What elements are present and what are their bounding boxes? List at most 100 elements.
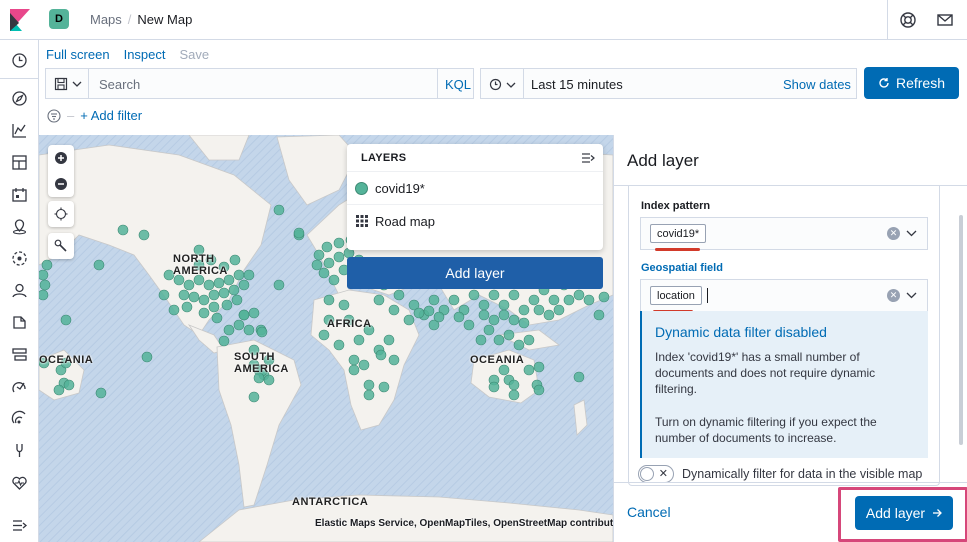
filter-dash: – — [67, 108, 75, 123]
wrench-icon — [54, 239, 67, 252]
dynamic-filter-callout: Dynamic data filter disabled Index 'covi… — [640, 311, 928, 458]
canvas-icon[interactable] — [11, 186, 28, 203]
zoom-control — [48, 145, 74, 197]
clear-icon[interactable]: ✕ — [887, 289, 900, 302]
footer-separator — [614, 482, 967, 483]
clear-icon[interactable]: ✕ — [887, 227, 900, 240]
layer-color-dot — [355, 181, 368, 195]
search-input[interactable]: Search — [88, 68, 438, 99]
breadcrumb-separator: / — [127, 12, 132, 27]
locate-button[interactable] — [48, 201, 74, 227]
flyout-title: Add layer — [627, 151, 699, 170]
header-divider — [887, 0, 888, 40]
index-pattern-label: Index pattern — [641, 200, 711, 212]
mail-icon[interactable] — [936, 11, 954, 29]
show-dates-link[interactable]: Show dates — [783, 77, 851, 92]
layers-title: LAYERS — [361, 152, 407, 164]
inspect-link[interactable]: Inspect — [124, 47, 166, 62]
map-label-antarctica: ANTARCTICA — [292, 496, 369, 508]
collapse-panel-icon[interactable] — [581, 152, 595, 164]
search-placeholder: Search — [99, 77, 141, 92]
index-pattern-underline — [655, 248, 700, 251]
geospatial-field-label: Geospatial field — [641, 262, 723, 274]
cancel-button[interactable]: Cancel — [627, 504, 671, 520]
machine-learning-icon[interactable] — [11, 250, 28, 267]
layer-item-covid19[interactable]: covid19* — [347, 171, 603, 204]
help-icon[interactable] — [899, 11, 917, 29]
add-layer-label: Add layer — [865, 505, 926, 521]
add-layer-button[interactable]: Add layer — [855, 496, 953, 530]
callout-text-2: Turn on dynamic filtering if you expect … — [655, 415, 877, 445]
kibana-logo-icon[interactable] — [10, 9, 30, 31]
map-label-africa: AFRICA — [327, 318, 372, 330]
chevron-down-icon[interactable] — [906, 291, 917, 299]
refresh-icon — [879, 78, 889, 88]
discover-icon[interactable] — [11, 90, 28, 107]
map-label-oceania-left: OCEANIA — [39, 354, 94, 366]
monitoring-icon[interactable] — [11, 474, 28, 491]
geospatial-field-select[interactable]: location ✕ — [640, 279, 928, 313]
logs-icon[interactable] — [11, 314, 28, 331]
dynamic-filter-switch[interactable]: ✕ — [638, 465, 674, 483]
dynamic-filter-toggle-row: ✕ Dynamically filter for data in the vis… — [638, 465, 922, 483]
crosshair-icon — [54, 207, 68, 221]
text-cursor — [707, 288, 708, 303]
flyout-scrollbar[interactable] — [959, 215, 963, 445]
breadcrumb-new-map: New Map — [137, 12, 193, 27]
clock-icon[interactable] — [11, 52, 28, 69]
uptime-icon[interactable] — [11, 410, 28, 427]
filter-icon[interactable] — [47, 108, 61, 123]
breadcrumb: Maps / New Map — [90, 12, 192, 27]
zoom-in-icon[interactable] — [54, 151, 68, 165]
visualize-icon[interactable] — [11, 122, 28, 139]
geospatial-field-pill: location — [650, 286, 702, 305]
chevron-down-icon — [506, 82, 516, 88]
dashboard-icon[interactable] — [11, 154, 28, 171]
map-label-north-america: NORTH AMERICA — [173, 253, 228, 277]
top-header: D Maps / New Map — [0, 0, 967, 40]
save-link[interactable]: Save — [180, 47, 210, 62]
refresh-label: Refresh — [895, 75, 946, 91]
layers-panel: LAYERS covid19* Road map — [347, 144, 603, 250]
kql-button[interactable]: KQL — [437, 68, 474, 99]
close-icon: ✕ — [658, 468, 668, 480]
grid-icon — [356, 215, 368, 227]
arrow-right-icon — [933, 509, 942, 517]
quick-menu-button[interactable] — [480, 68, 524, 99]
chevron-down-icon[interactable] — [906, 229, 917, 237]
calendar-clock-icon — [489, 78, 502, 91]
dynamic-filter-label: Dynamically filter for data in the visib… — [682, 467, 923, 481]
side-navigation — [0, 40, 39, 542]
siem-icon[interactable] — [11, 282, 28, 299]
refresh-button[interactable]: Refresh — [864, 67, 959, 99]
infrastructure-icon[interactable] — [11, 346, 28, 363]
draw-tool-button[interactable] — [48, 233, 74, 259]
zoom-out-icon[interactable] — [54, 177, 68, 191]
index-pattern-pill: covid19* — [650, 224, 707, 243]
add-layer-flyout: Add layer Index pattern covid19* ✕ Geosp… — [613, 135, 967, 542]
map-attribution[interactable]: Elastic Maps Service, OpenMapTiles, Open… — [315, 518, 629, 529]
chevron-down-icon — [72, 81, 82, 87]
layer-name: Road map — [375, 213, 435, 229]
callout-title: Dynamic data filter disabled — [655, 324, 827, 340]
breadcrumb-maps[interactable]: Maps — [90, 12, 122, 27]
full-screen-link[interactable]: Full screen — [46, 47, 110, 62]
add-filter-link[interactable]: + Add filter — [80, 108, 142, 123]
layer-name: covid19* — [375, 180, 425, 196]
collapse-nav-icon[interactable] — [11, 517, 28, 534]
layer-item-road-map[interactable]: Road map — [347, 204, 603, 237]
kql-label: KQL — [445, 77, 472, 92]
index-pattern-select[interactable]: covid19* ✕ — [640, 217, 928, 251]
filter-bar: – + Add filter — [47, 108, 142, 123]
time-picker[interactable]: Last 15 minutes Show dates — [523, 68, 857, 99]
maps-icon[interactable] — [11, 218, 28, 235]
map-label-oceania-right: OCEANIA — [470, 354, 525, 366]
space-avatar[interactable]: D — [49, 9, 69, 29]
apm-icon[interactable] — [11, 378, 28, 395]
saved-query-button[interactable] — [45, 68, 89, 99]
callout-text-1: Index 'covid19*' has a small number of d… — [655, 350, 876, 396]
add-layer-panel-button[interactable]: Add layer — [347, 257, 603, 289]
dev-tools-icon[interactable] — [11, 442, 28, 459]
time-range-value: Last 15 minutes — [531, 77, 623, 92]
nav-separator — [0, 78, 39, 79]
